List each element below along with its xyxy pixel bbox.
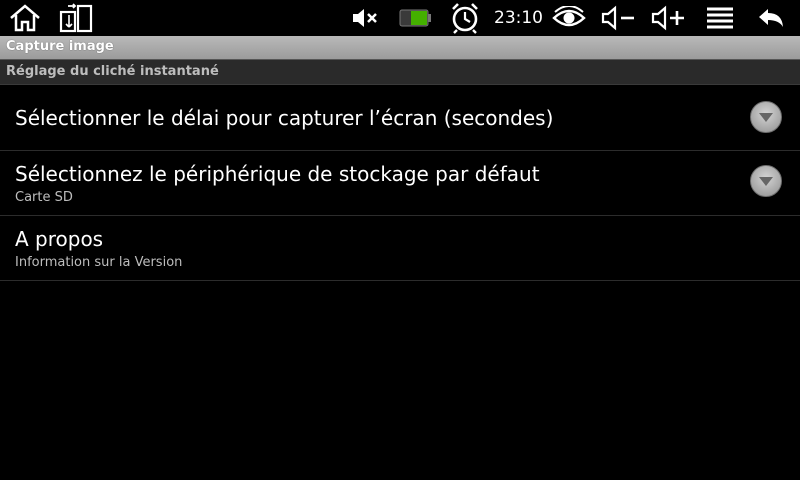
section-header: Réglage du cliché instantané: [0, 60, 800, 85]
volume-up-icon[interactable]: [648, 0, 688, 36]
pref-capture-delay-title: Sélectionner le délai pour capturer l’éc…: [15, 106, 554, 130]
pref-about-title: A propos: [15, 227, 104, 251]
back-icon[interactable]: [752, 0, 790, 36]
clock: 23:10: [494, 8, 543, 28]
pref-storage-device-summary: Carte SD: [15, 190, 73, 205]
status-bar: 23:10: [0, 0, 800, 36]
volume-down-icon[interactable]: [598, 0, 638, 36]
battery-icon: [398, 0, 434, 36]
recent-apps-icon[interactable]: [56, 0, 96, 36]
section-header-label: Réglage du cliché instantané: [6, 64, 219, 79]
pref-capture-delay[interactable]: Sélectionner le délai pour capturer l’éc…: [0, 85, 800, 151]
menu-icon[interactable]: [702, 0, 738, 36]
dropdown-arrow-icon[interactable]: [750, 165, 782, 197]
app-title-bar: Capture image: [0, 36, 800, 60]
alarm-icon: [448, 0, 482, 36]
mute-icon: [348, 0, 382, 36]
app-title: Capture image: [6, 39, 114, 54]
pref-about-summary: Information sur la Version: [15, 255, 183, 270]
eye-icon[interactable]: [550, 0, 588, 36]
pref-about[interactable]: A propos Information sur la Version: [0, 216, 800, 281]
home-icon[interactable]: [6, 0, 44, 36]
dropdown-arrow-icon[interactable]: [750, 101, 782, 133]
pref-storage-device[interactable]: Sélectionnez le périphérique de stockage…: [0, 151, 800, 216]
pref-storage-device-title: Sélectionnez le périphérique de stockage…: [15, 162, 540, 186]
